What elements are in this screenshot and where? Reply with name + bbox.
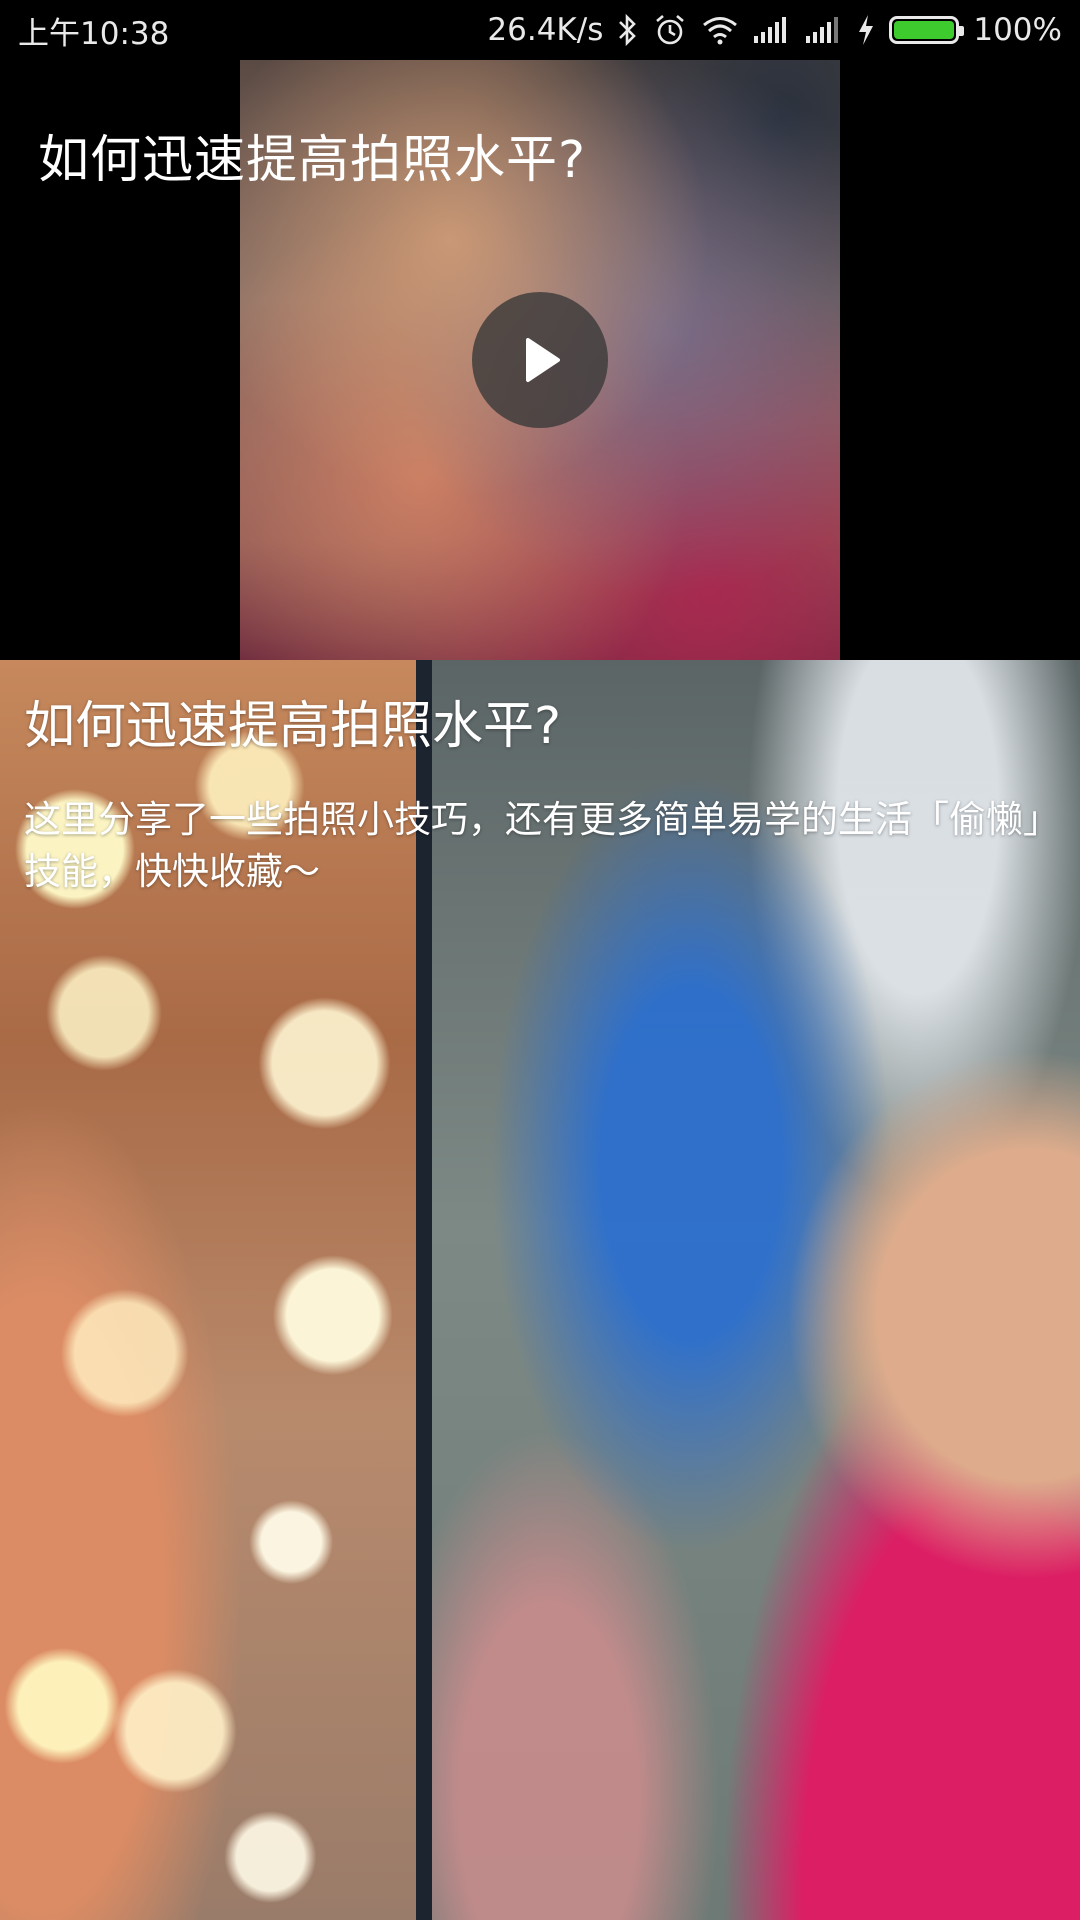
alarm-icon [653, 10, 687, 50]
play-icon [526, 338, 560, 382]
battery-icon [889, 16, 965, 44]
signal-icon [753, 10, 791, 50]
network-speed: 26.4K/s [487, 12, 604, 48]
charging-icon [857, 10, 875, 50]
battery-fill [894, 21, 955, 39]
status-time: 上午10:38 [18, 15, 170, 52]
article-title: 如何迅速提高拍照水平? [24, 697, 562, 756]
signal-icon [805, 10, 843, 50]
bluetooth-icon [617, 10, 639, 50]
play-button[interactable] [472, 292, 608, 428]
status-bar: 上午10:38 26.4K/s 100% [0, 0, 1080, 60]
article-description: 这里分享了一些拍照小技巧，还有更多简单易学的生活「偷懒」技能，快快收藏～ [24, 798, 1042, 893]
video-player[interactable]: 如何迅速提高拍照水平? [0, 60, 1080, 660]
wifi-icon [701, 10, 739, 50]
battery-percent: 100% [973, 12, 1062, 48]
article-card[interactable]: 如何迅速提高拍照水平? 这里分享了一些拍照小技巧，还有更多简单易学的生活「偷懒」… [0, 660, 1080, 1920]
screen: 上午10:38 26.4K/s 100% 如何迅速提高拍照水平? 如何迅速提高拍… [0, 0, 1080, 1920]
video-title: 如何迅速提高拍照水平? [38, 131, 587, 190]
article-text: 如何迅速提高拍照水平? 这里分享了一些拍照小技巧，还有更多简单易学的生活「偷懒」… [24, 684, 1054, 898]
status-icons: 26.4K/s 100% [487, 10, 1062, 50]
